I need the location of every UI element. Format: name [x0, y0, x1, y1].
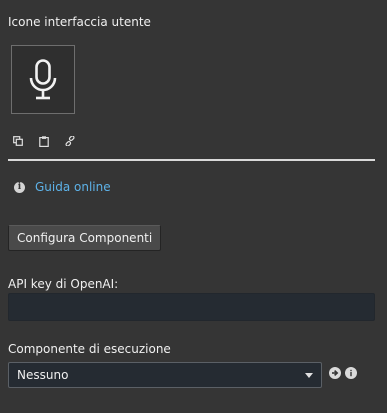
component-actions	[329, 367, 357, 379]
arrow-right-icon[interactable]	[329, 367, 341, 379]
api-key-label: API key di OpenAI:	[8, 277, 119, 291]
info-icon[interactable]	[345, 367, 357, 379]
copy-icon[interactable]	[12, 135, 24, 147]
divider	[8, 159, 375, 161]
api-key-input[interactable]	[8, 293, 375, 321]
component-select[interactable]: Nessuno	[8, 362, 322, 388]
help-row: i Guida online	[14, 180, 111, 194]
component-select-value: Nessuno	[17, 368, 69, 382]
icon-preview[interactable]	[11, 45, 75, 114]
icon-actions	[12, 135, 76, 147]
section-title: Icone interfaccia utente	[8, 15, 151, 29]
clipboard-icon[interactable]	[38, 135, 50, 147]
microphone-icon	[29, 58, 57, 99]
component-label: Componente di esecuzione	[8, 342, 171, 356]
configure-components-button[interactable]: Configura Componenti	[8, 225, 162, 251]
chevron-down-icon	[305, 372, 313, 378]
online-guide-link[interactable]: Guida online	[35, 180, 111, 194]
link-icon[interactable]	[64, 135, 76, 147]
info-icon: i	[14, 181, 25, 193]
